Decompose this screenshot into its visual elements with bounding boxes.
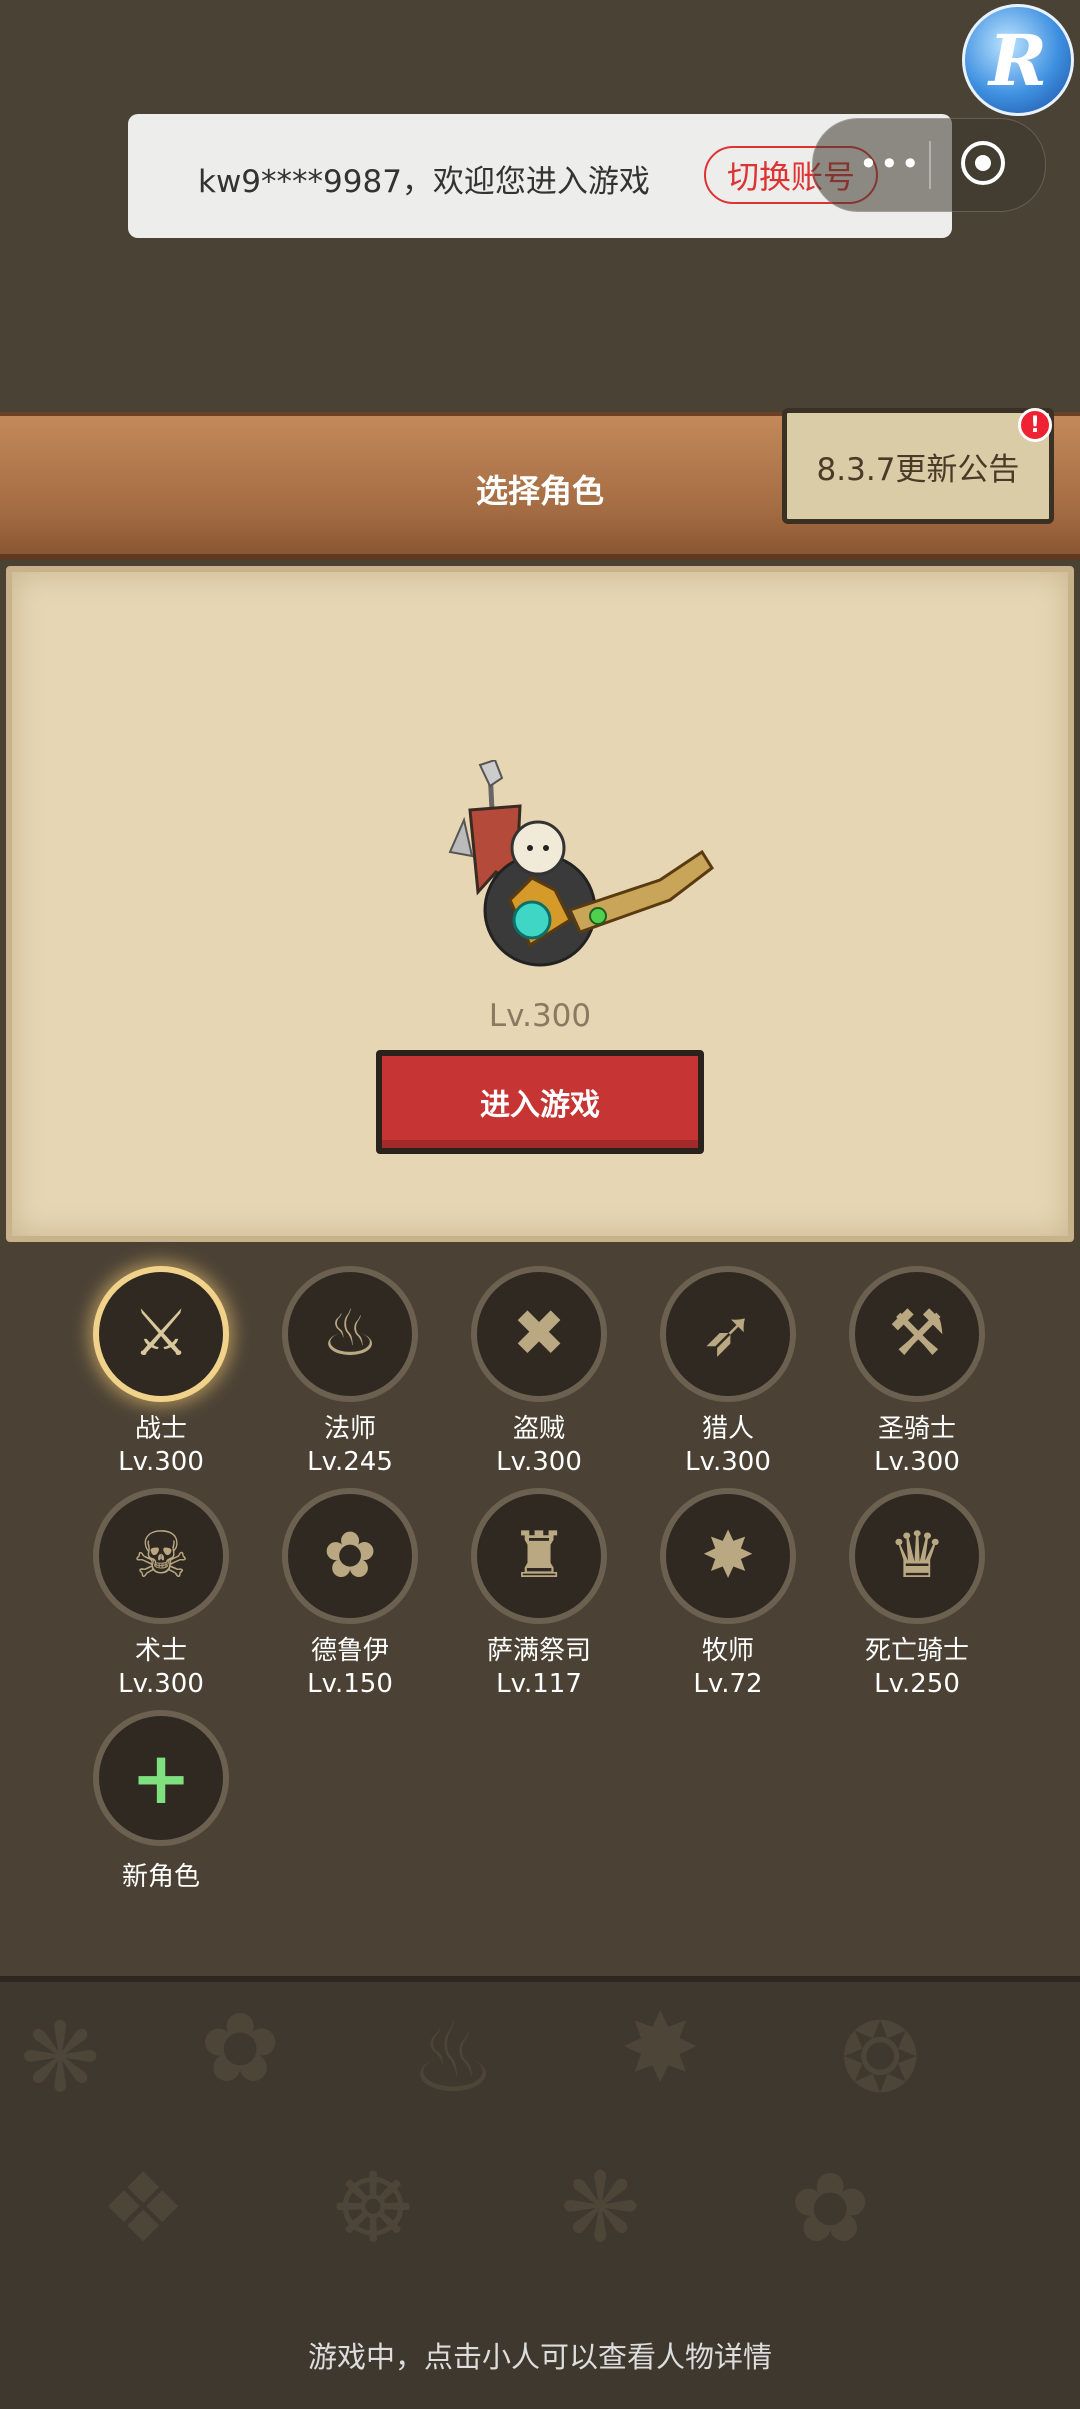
- notice-alert-badge: !: [1018, 408, 1052, 442]
- class-level: Lv.245: [307, 1447, 393, 1477]
- capsule-divider: [929, 141, 931, 189]
- daggers-icon: ✖: [471, 1266, 607, 1402]
- class-slot[interactable]: ✿ 德鲁伊 Lv.150: [270, 1488, 430, 1699]
- close-miniprogram-icon[interactable]: [961, 141, 1005, 185]
- class-level: Lv.300: [118, 1669, 204, 1699]
- class-level: Lv.300: [685, 1447, 771, 1477]
- class-name: 死亡骑士: [864, 1636, 969, 1666]
- class-name: 术士: [134, 1636, 187, 1666]
- plus-icon: +: [93, 1710, 229, 1846]
- class-slot[interactable]: ☠ 术士 Lv.300: [81, 1488, 241, 1699]
- class-name: 圣骑士: [877, 1414, 956, 1444]
- class-slot[interactable]: ⚔ 战士 Lv.300: [81, 1266, 241, 1477]
- class-slot[interactable]: ⚒ 圣骑士 Lv.300: [837, 1266, 997, 1477]
- decor-glyph: ✿: [790, 2152, 871, 2264]
- class-slot[interactable]: ♜ 萨满祭司 Lv.117: [459, 1488, 619, 1699]
- more-options-icon[interactable]: •••: [859, 145, 922, 183]
- class-name: 猎人: [701, 1414, 754, 1444]
- decor-glyph: ❂: [840, 2002, 921, 2114]
- class-name: 德鲁伊: [310, 1636, 389, 1666]
- character-sprite[interactable]: [420, 760, 720, 990]
- holy-star-icon: ✸: [660, 1488, 796, 1624]
- decor-glyph: ❋: [560, 2152, 641, 2264]
- class-slot[interactable]: ➶ 猎人 Lv.300: [648, 1266, 808, 1477]
- character-level: Lv.300: [488, 998, 592, 1034]
- class-name: 萨满祭司: [486, 1636, 591, 1666]
- helm-icon: ♛: [849, 1488, 985, 1624]
- sword-shield-icon: ⚔: [93, 1266, 229, 1402]
- class-slot[interactable]: ♛ 死亡骑士 Lv.250: [837, 1488, 997, 1699]
- class-name: 盗贼: [512, 1414, 565, 1444]
- decor-glyph: ❖: [100, 2152, 187, 2264]
- enter-game-button[interactable]: 进入游戏: [376, 1050, 704, 1154]
- paw-icon: ✿: [282, 1488, 418, 1624]
- class-slot[interactable]: ✸ 牧师 Lv.72: [648, 1488, 808, 1699]
- update-notice-button[interactable]: 8.3.7更新公告: [782, 408, 1054, 524]
- class-name: 牧师: [701, 1636, 754, 1666]
- class-level: Lv.300: [874, 1447, 960, 1477]
- class-level: Lv.117: [496, 1669, 582, 1699]
- class-level: Lv.72: [693, 1669, 763, 1699]
- welcome-text: kw9****9987，欢迎您进入游戏: [198, 164, 650, 200]
- flame-icon: ♨: [282, 1266, 418, 1402]
- class-level: Lv.300: [496, 1447, 582, 1477]
- footer-tip: 游戏中，点击小人可以查看人物详情: [307, 2340, 772, 2374]
- arrows-icon: ➶: [660, 1266, 796, 1402]
- class-slot[interactable]: ♨ 法师 Lv.245: [270, 1266, 430, 1477]
- class-name: 法师: [323, 1414, 376, 1444]
- class-level: Lv.150: [307, 1669, 393, 1699]
- r-logo-icon[interactable]: R: [962, 4, 1074, 116]
- class-level: Lv.300: [118, 1447, 204, 1477]
- totem-icon: ♜: [471, 1488, 607, 1624]
- decor-glyph: ✿: [200, 1992, 281, 2104]
- decor-glyph: ♨: [410, 2002, 497, 2114]
- class-slot[interactable]: ✖ 盗贼 Lv.300: [459, 1266, 619, 1477]
- class-level: Lv.250: [874, 1669, 960, 1699]
- decor-glyph: ✸: [620, 1992, 701, 2104]
- miniprogram-capsule: •••: [812, 118, 1046, 212]
- hammer-icon: ⚒: [849, 1266, 985, 1402]
- decor-glyph: ☸: [330, 2152, 417, 2264]
- new-character-button[interactable]: + 新角色: [81, 1710, 241, 1893]
- class-name: 战士: [134, 1414, 187, 1444]
- skull-horns-icon: ☠: [93, 1488, 229, 1624]
- new-character-label: 新角色: [121, 1862, 200, 1892]
- decor-glyph: ❋: [20, 2002, 101, 2114]
